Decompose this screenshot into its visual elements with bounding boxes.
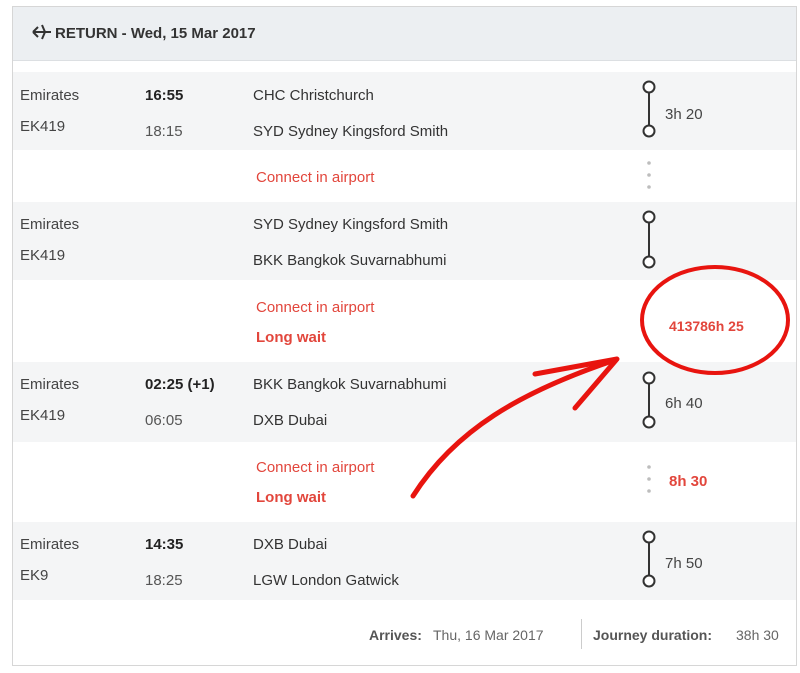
- flight-duration: 3h 20: [665, 106, 703, 123]
- arrives-value: Thu, 16 Mar 2017: [433, 627, 544, 643]
- departure-airport: BKK Bangkok Suvarnabhumi: [253, 376, 447, 393]
- departure-time: 16:55: [145, 87, 184, 104]
- arrival-time: 18:25: [145, 572, 183, 589]
- connection-duration: 8h 30: [669, 473, 708, 490]
- arrival-airport: SYD Sydney Kingsford Smith: [253, 123, 449, 140]
- airline-name: Emirates: [20, 87, 80, 104]
- flight-duration: 7h 50: [665, 555, 703, 572]
- connection-duration: 413786h 25: [669, 318, 744, 334]
- flight-duration: 6h 40: [665, 395, 703, 412]
- departure-time: 02:25 (+1): [145, 376, 215, 393]
- arrival-airport: DXB Dubai: [253, 412, 328, 429]
- return-itinerary-card: RETURN - Wed, 15 Mar 2017 Emirates EK419…: [12, 6, 797, 666]
- arrival-airport: LGW London Gatwick: [253, 572, 399, 589]
- flight-number: EK419: [20, 407, 66, 424]
- return-header: RETURN - Wed, 15 Mar 2017: [13, 7, 796, 61]
- airline-name: Emirates: [20, 216, 80, 233]
- plane-return-icon: [31, 22, 53, 47]
- arrival-airport: BKK Bangkok Suvarnabhumi: [253, 252, 447, 269]
- arrival-time: 18:15: [145, 123, 183, 140]
- long-wait-label: Long wait: [256, 329, 326, 346]
- journey-duration-value: 38h 30: [736, 627, 779, 643]
- flight-number: EK419: [20, 118, 66, 135]
- footer-divider: [581, 619, 582, 649]
- long-wait-label: Long wait: [256, 489, 326, 506]
- connect-in-airport-label: Connect in airport: [256, 169, 375, 186]
- departure-airport: SYD Sydney Kingsford Smith: [253, 216, 449, 233]
- airline-name: Emirates: [20, 376, 80, 393]
- connect-in-airport-label: Connect in airport: [256, 299, 375, 316]
- connect-in-airport-label: Connect in airport: [256, 459, 375, 476]
- departure-time: 14:35: [145, 536, 184, 553]
- flight-number: EK9: [20, 567, 49, 584]
- arrives-label: Arrives:: [369, 627, 422, 643]
- header-title: RETURN - Wed, 15 Mar 2017: [55, 25, 256, 42]
- departure-airport: DXB Dubai: [253, 536, 328, 553]
- arrival-time: 06:05: [145, 412, 183, 429]
- journey-duration-label: Journey duration:: [593, 627, 713, 643]
- flight-number: EK419: [20, 247, 66, 264]
- airline-name: Emirates: [20, 536, 80, 553]
- departure-airport: CHC Christchurch: [253, 87, 374, 104]
